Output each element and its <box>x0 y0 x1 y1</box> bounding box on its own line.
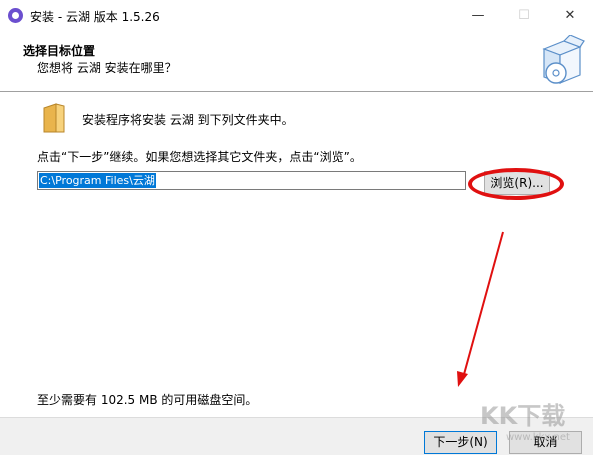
watermark-text: KK下载 <box>480 402 565 430</box>
page-title: 选择目标位置 <box>23 44 96 58</box>
instruction-text: 点击“下一步”继续。如果您想选择其它文件夹，点击“浏览”。 <box>37 150 362 164</box>
wizard-content: 安装程序将安装 云湖 到下列文件夹中。 点击“下一步”继续。如果您想选择其它文件… <box>0 92 593 417</box>
info-text: 安装程序将安装 云湖 到下列文件夹中。 <box>82 113 294 127</box>
watermark-url: www.kkx.net <box>506 432 570 443</box>
disk-space-text: 至少需要有 102.5 MB 的可用磁盘空间。 <box>37 393 258 407</box>
page-subtitle: 您想将 云湖 安装在哪里？ <box>37 61 177 75</box>
install-path-input[interactable]: C:\Program Files\云湖 <box>37 171 466 190</box>
watermark-logo: KK下载 www.kkx.net <box>480 402 570 443</box>
folder-icon <box>43 103 65 133</box>
close-button[interactable]: ✕ <box>547 0 593 31</box>
install-box-icon <box>542 35 585 84</box>
minimize-button[interactable]: — <box>455 0 501 31</box>
wizard-header: 选择目标位置 您想将 云湖 安装在哪里？ <box>0 31 593 91</box>
window-title: 安装 - 云湖 版本 1.5.26 <box>30 10 160 24</box>
maximize-button: ☐ <box>518 8 530 23</box>
highlight-ellipse <box>468 168 564 200</box>
title-bar: 安装 - 云湖 版本 1.5.26 — ☐ ✕ <box>0 0 593 31</box>
install-path-value: C:\Program Files\云湖 <box>39 173 156 188</box>
app-icon <box>8 8 23 23</box>
